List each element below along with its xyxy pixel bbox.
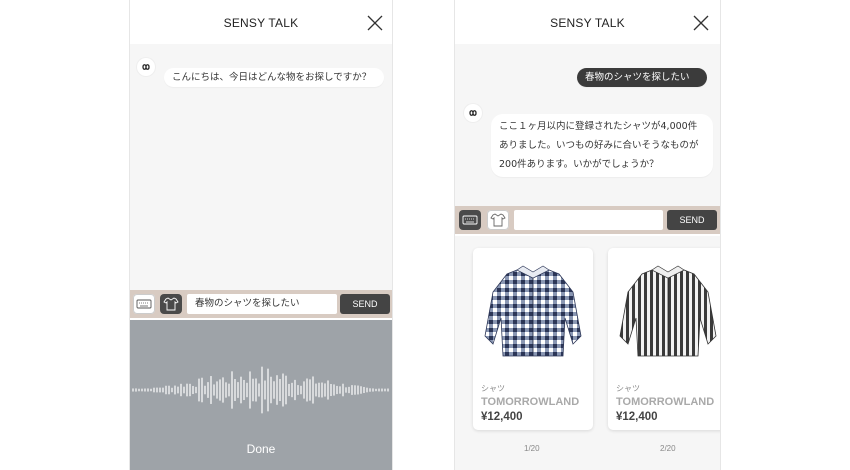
- user-message: 春物のシャツを探したい: [577, 68, 707, 87]
- send-button[interactable]: SEND: [340, 294, 390, 314]
- message-input[interactable]: 春物のシャツを探したい: [187, 294, 337, 314]
- bot-message: こんにちは、今日はどんな物をお探しですか？: [164, 68, 384, 87]
- bot-message: ここ１ヶ月以内に登録されたシャツが4,000件 ありました。いつもの好みに合いそ…: [491, 114, 713, 177]
- shirt-icon: [163, 297, 179, 311]
- header: SENSY TALK: [130, 0, 392, 44]
- sensy-logo-icon: [464, 104, 482, 122]
- keyboard-icon: [136, 299, 152, 309]
- striped-shirt-image: [619, 265, 717, 357]
- chat-area: 春物のシャツを探したい ここ１ヶ月以内に登録されたシャツが4,000件 ありまし…: [455, 44, 720, 206]
- header: SENSY TALK: [455, 0, 720, 44]
- product-card[interactable]: シャツ TOMORROWLAND ¥12,400: [608, 248, 720, 430]
- done-button[interactable]: Done: [130, 442, 392, 456]
- input-bar: SEND: [455, 206, 720, 234]
- bot-message-line: 200件あります。いかがでしょうか？: [499, 159, 659, 170]
- voice-input-panel: Done: [130, 320, 392, 470]
- left-screen: SENSY TALK こんにちは、今日はどんな物をお探しですか？ 春物のシャツを…: [129, 0, 393, 470]
- shirt-button[interactable]: [160, 294, 182, 314]
- header-title: SENSY TALK: [223, 16, 299, 30]
- product-card[interactable]: シャツ TOMORROWLAND ¥12,400: [473, 248, 593, 430]
- header-title: SENSY TALK: [550, 16, 625, 30]
- right-screen: SENSY TALK 春物のシャツを探したい ここ１ヶ月以内に登録されたシャツが…: [454, 0, 721, 470]
- gingham-shirt-image: [484, 265, 582, 357]
- chat-area: こんにちは、今日はどんな物をお探しですか？: [130, 44, 392, 290]
- keyboard-icon: [462, 215, 478, 225]
- bot-message-line: ここ１ヶ月以内に登録されたシャツが4,000件: [499, 121, 698, 132]
- product-brand: TOMORROWLAND: [616, 396, 715, 408]
- input-bar: 春物のシャツを探したい SEND: [130, 290, 392, 318]
- shirt-button[interactable]: [487, 210, 509, 230]
- keyboard-button[interactable]: [133, 294, 155, 314]
- product-category: シャツ: [616, 384, 640, 393]
- product-price: ¥12,400: [481, 411, 523, 423]
- product-price: ¥12,400: [616, 411, 658, 423]
- product-category: シャツ: [481, 384, 505, 393]
- sensy-logo-icon: [137, 58, 155, 76]
- bot-message-line: ありました。いつもの好みに合いそうなものが: [499, 140, 699, 151]
- product-brand: TOMORROWLAND: [481, 396, 580, 408]
- product-carousel: シャツ TOMORROWLAND ¥12,400 1/20 シャツ TOMORR…: [455, 236, 720, 470]
- close-icon[interactable]: [366, 14, 384, 32]
- shirt-icon: [490, 213, 506, 227]
- pager-indicator: 1/20: [524, 444, 540, 453]
- keyboard-button[interactable]: [459, 210, 481, 230]
- close-icon[interactable]: [692, 14, 710, 32]
- message-input[interactable]: [514, 210, 663, 230]
- pager-indicator: 2/20: [660, 444, 676, 453]
- send-button[interactable]: SEND: [667, 210, 717, 230]
- waveform: [132, 366, 389, 414]
